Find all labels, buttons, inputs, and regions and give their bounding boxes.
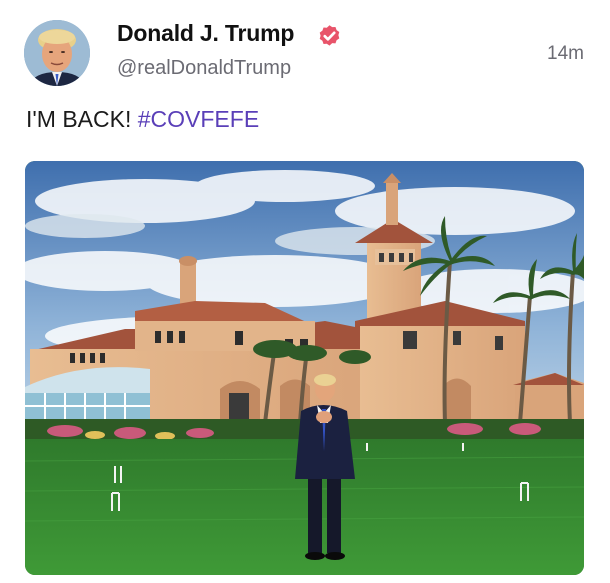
post-timestamp[interactable]: 14m [547, 43, 584, 65]
hashtag-link[interactable]: #COVFEFE [138, 106, 259, 132]
verified-badge-icon [319, 25, 340, 46]
post-media-image[interactable] [25, 161, 584, 575]
post-text: I'M BACK! #COVFEFE [26, 106, 259, 133]
post-text-body: I'M BACK! [26, 106, 132, 132]
author-avatar[interactable] [24, 20, 90, 86]
author-handle[interactable]: @realDonaldTrump [117, 57, 291, 80]
post-card: Donald J. Trump @realDonaldTrump 14m I'M… [0, 0, 610, 583]
author-display-name[interactable]: Donald J. Trump [117, 20, 294, 47]
